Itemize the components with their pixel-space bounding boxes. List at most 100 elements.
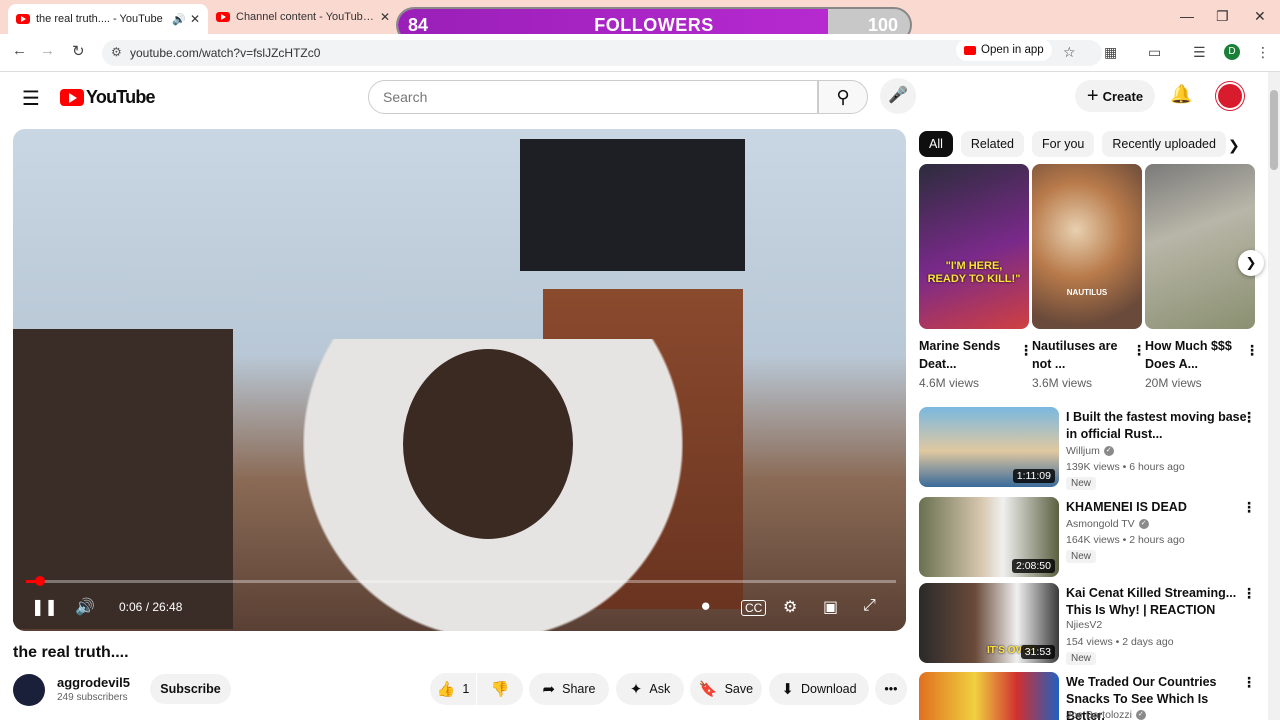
volume-icon[interactable]: 🔊	[75, 597, 95, 617]
browser-profile-avatar[interactable]: D	[1224, 44, 1240, 60]
tab-title: Channel content - YouTube Stu	[236, 11, 376, 23]
verified-icon: ✓	[1138, 519, 1149, 530]
account-avatar[interactable]	[1216, 82, 1244, 110]
settings-gear-icon[interactable]: ⚙	[783, 597, 797, 617]
browser-menu-icon[interactable]: ⋮	[1256, 44, 1270, 61]
short-title[interactable]: Marine Sends Deat...	[919, 337, 1011, 373]
more-vertical-icon[interactable]: ⋮	[1242, 674, 1256, 691]
subscribe-button[interactable]: Subscribe	[150, 674, 231, 704]
recommended-video[interactable]: 1:11:09 I Built the fastest moving base …	[919, 407, 1264, 490]
short-item[interactable]: How Much $$$ Does A... 20M views ⋮	[1145, 164, 1259, 390]
ask-button[interactable]: ✦ Ask	[616, 673, 684, 705]
chip-for-you[interactable]: For you	[1032, 131, 1095, 157]
more-vertical-icon[interactable]: ⋮	[1242, 409, 1256, 426]
minimize-icon[interactable]: —	[1180, 8, 1194, 24]
youtube-logo-text: YouTube	[86, 87, 156, 107]
save-button[interactable]: 🔖 Save	[690, 673, 762, 705]
shorts-next-chevron-icon[interactable]: ❯	[1238, 250, 1264, 276]
scrollbar-thumb[interactable]	[1270, 90, 1278, 170]
video-thumbnail[interactable]	[919, 672, 1059, 720]
miniplayer-icon[interactable]: ▣	[823, 597, 838, 617]
fullscreen-icon[interactable]: ⤢	[863, 597, 876, 615]
new-badge: New	[1066, 550, 1097, 563]
recommended-video[interactable]: We Traded Our Countries Snacks To See Wh…	[919, 672, 1264, 720]
short-item[interactable]: "I'M HERE, READY TO KILL!" Marine Sends …	[919, 164, 1033, 390]
chevron-right-icon[interactable]: ❯	[1228, 137, 1240, 154]
more-vertical-icon[interactable]: ⋮	[1019, 342, 1033, 359]
channel-avatar[interactable]	[13, 674, 45, 706]
youtube-play-icon	[60, 89, 84, 106]
short-thumbnail[interactable]	[1145, 164, 1255, 329]
youtube-favicon-icon	[16, 14, 30, 24]
video-player[interactable]: ❚❚ 🔊 0:06 / 26:48 ⚫ CC ⚙ ▣ ⤢	[13, 129, 906, 631]
video-title[interactable]: Kai Cenat Killed Streaming... This Is Wh…	[1066, 585, 1250, 619]
chip-all[interactable]: All	[919, 131, 953, 157]
recommended-video[interactable]: IT'S OVER 31:53 Kai Cenat Killed Streami…	[919, 583, 1264, 665]
short-title[interactable]: How Much $$$ Does A...	[1145, 337, 1237, 373]
bookmark-star-icon[interactable]: ☆	[1063, 44, 1076, 61]
captions-icon[interactable]: CC	[741, 600, 767, 616]
channel-name[interactable]: NjiesV2	[1066, 619, 1102, 631]
short-thumbnail[interactable]: "I'M HERE, READY TO KILL!"	[919, 164, 1029, 329]
more-vertical-icon[interactable]: ⋮	[1242, 499, 1256, 516]
extensions-icon[interactable]: ▦	[1104, 44, 1117, 61]
search-input[interactable]: Search	[368, 80, 818, 114]
video-scrubber-handle[interactable]	[35, 576, 45, 586]
video-thumbnail[interactable]: 1:11:09	[919, 407, 1059, 487]
pause-icon[interactable]: ❚❚	[31, 597, 58, 617]
back-icon[interactable]: ←	[12, 42, 27, 59]
tab-close-icon[interactable]: ✕	[380, 10, 390, 24]
site-info-icon[interactable]: ⚙	[111, 45, 122, 59]
save-label: Save	[724, 682, 754, 696]
video-frame-cabinet	[13, 329, 233, 629]
video-thumbnail[interactable]: IT'S OVER 31:53	[919, 583, 1059, 663]
forward-icon[interactable]: →	[40, 42, 55, 59]
channel-name[interactable]: aggrodevil5	[57, 675, 130, 690]
video-thumbnail[interactable]: 2:08:50	[919, 497, 1059, 577]
video-title[interactable]: KHAMENEI IS DEAD	[1066, 499, 1250, 516]
video-progress-bar[interactable]	[26, 576, 896, 586]
open-in-app-button[interactable]: Open in app	[956, 39, 1052, 61]
dislike-button[interactable]: 👎	[477, 673, 523, 705]
share-button[interactable]: ➦ Share	[529, 673, 609, 705]
tab-close-icon[interactable]: ✕	[190, 12, 200, 26]
recommended-video[interactable]: 2:08:50 KHAMENEI IS DEAD Asmongold TV ✓ 1…	[919, 497, 1264, 579]
more-vertical-icon[interactable]: ⋮	[1242, 585, 1256, 602]
browser-tab-youtube-video[interactable]: the real truth.... - YouTube 🔊 ✕	[8, 4, 208, 34]
page-scrollbar[interactable]	[1268, 72, 1280, 720]
youtube-logo[interactable]: YouTube	[60, 87, 156, 108]
short-title[interactable]: Nautiluses are not ...	[1032, 337, 1124, 373]
channel-name[interactable]: Asmongold TV ✓	[1066, 518, 1149, 530]
autoplay-toggle-icon[interactable]: ⚫	[699, 597, 712, 617]
create-button[interactable]: + Create	[1075, 80, 1155, 112]
plus-icon: +	[1086, 84, 1099, 107]
reload-icon[interactable]: ↻	[72, 42, 85, 60]
speaker-icon[interactable]: 🔊	[172, 13, 186, 26]
more-actions-button[interactable]: •••	[875, 673, 907, 705]
maximize-icon[interactable]: ❐	[1216, 8, 1229, 25]
search-button[interactable]: ⚲	[818, 80, 868, 114]
new-badge: New	[1066, 477, 1097, 490]
window-close-icon[interactable]: ✕	[1254, 8, 1266, 25]
voice-search-button[interactable]: 🎤	[880, 78, 916, 114]
browser-tab-studio[interactable]: Channel content - YouTube Stu ✕	[208, 4, 398, 30]
download-icon: ⬇	[781, 681, 794, 698]
cast-icon[interactable]: ▭	[1148, 44, 1161, 61]
download-button[interactable]: ⬇ Download	[769, 673, 869, 705]
short-item[interactable]: NAUTILUS Nautiluses are not ... 3.6M vie…	[1032, 164, 1146, 390]
more-vertical-icon[interactable]: ⋮	[1132, 342, 1146, 359]
video-frame-head	[403, 349, 573, 539]
channel-name[interactable]: Willjum ✓	[1066, 445, 1114, 457]
chip-recently-uploaded[interactable]: Recently uploaded	[1102, 131, 1226, 157]
media-controls-icon[interactable]: ☰	[1193, 44, 1206, 61]
video-title[interactable]: I Built the fastest moving base in offic…	[1066, 409, 1250, 443]
chip-related[interactable]: Related	[960, 131, 1024, 157]
short-thumbnail[interactable]: NAUTILUS	[1032, 164, 1142, 329]
hamburger-menu-icon[interactable]: ☰	[22, 86, 40, 111]
more-vertical-icon[interactable]: ⋮	[1245, 342, 1259, 359]
address-bar[interactable]: ⚙ youtube.com/watch?v=fslJZcHTZc0	[102, 40, 1102, 66]
youtube-favicon-icon	[216, 12, 230, 22]
channel-name[interactable]: Joe Bartolozzi ✓	[1066, 709, 1146, 720]
like-button[interactable]: 👍 1	[430, 673, 476, 705]
notifications-bell-icon[interactable]: 🔔	[1170, 84, 1192, 105]
